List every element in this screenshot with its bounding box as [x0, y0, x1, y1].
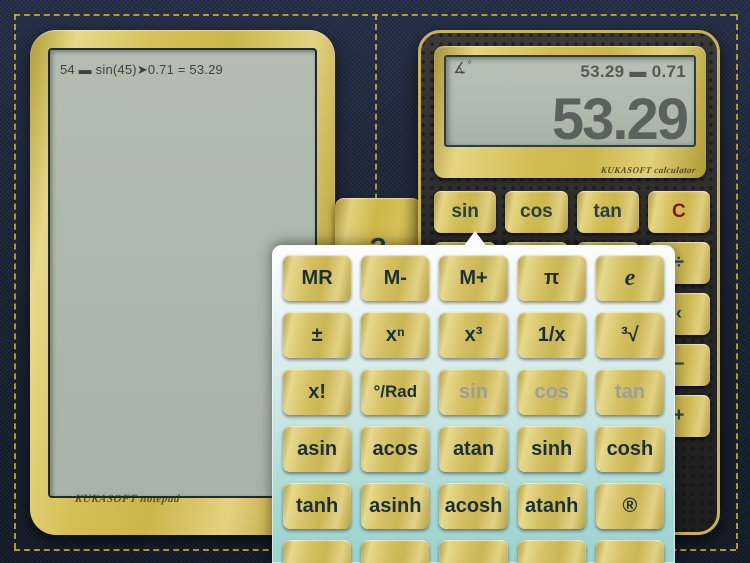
- display-bezel: ∡° 53.29 ▬ 0.71 53.29 KUKASOFT calculato…: [434, 46, 706, 178]
- popup-key-row: tanh asinh acosh atanh ®: [283, 483, 665, 529]
- display-expression: 53.29 ▬ 0.71: [580, 62, 686, 81]
- scientific-functions-popup: MR M- M+ π e ± xⁿ x³ 1/x ³√ x! °/Rad sin cos tan asin ac…: [272, 245, 675, 563]
- popup-key-blank[interactable]: [595, 540, 665, 563]
- popup-key-sym[interactable]: π: [517, 255, 586, 301]
- calc-key-C[interactable]: C: [647, 191, 710, 233]
- degree-unit-label: °: [467, 60, 472, 71]
- popup-key-atanh[interactable]: atanh: [517, 483, 586, 529]
- popup-key-asin[interactable]: asin: [283, 426, 352, 472]
- popup-key-label: e: [624, 264, 636, 291]
- popup-key-x[interactable]: x!: [283, 369, 352, 415]
- popup-key-blank[interactable]: [283, 540, 352, 563]
- popup-key-cos: cos: [517, 369, 586, 415]
- popup-key-x[interactable]: xⁿ: [361, 312, 430, 358]
- popup-key-acosh[interactable]: acosh: [439, 483, 508, 529]
- popup-key-1x[interactable]: 1/x: [517, 312, 586, 358]
- popup-key-x[interactable]: x³: [439, 312, 508, 358]
- angle-mode-indicator: ∡°: [453, 60, 472, 77]
- popup-key-sin: sin: [439, 369, 508, 415]
- popup-key-row: asin acos atan sinh cosh: [283, 426, 665, 472]
- popup-key-acos[interactable]: acos: [361, 426, 430, 472]
- popup-key-label: °/Rad: [373, 382, 418, 401]
- stitch-line-left: [14, 14, 16, 549]
- popup-key-sym[interactable]: ±: [283, 312, 352, 358]
- popup-key-atan[interactable]: atan: [439, 426, 508, 472]
- popup-key-blank[interactable]: [361, 540, 430, 563]
- popup-key-tan: tan: [595, 369, 665, 415]
- stitch-line-right: [736, 14, 738, 549]
- popup-key-e[interactable]: e: [595, 255, 665, 301]
- popup-key-row: ± xⁿ x³ 1/x ³√: [283, 312, 665, 358]
- popup-key-M[interactable]: M-: [361, 255, 430, 301]
- calculator-display[interactable]: ∡° 53.29 ▬ 0.71 53.29: [444, 55, 696, 147]
- calc-key-sin[interactable]: sin: [434, 191, 497, 233]
- popup-key-cosh[interactable]: cosh: [595, 426, 665, 472]
- popup-key-blank[interactable]: [517, 540, 586, 563]
- popup-key-blank[interactable]: [439, 540, 508, 563]
- notepad-history-line: 54 ▬ sin(45)➤0.71 = 53.29: [60, 62, 223, 77]
- popup-pointer-arrow: [463, 231, 487, 247]
- popup-key-tanh[interactable]: tanh: [283, 483, 352, 529]
- popup-key-M[interactable]: M+: [439, 255, 508, 301]
- notepad-brand-label: KUKASOFT notepad: [74, 493, 181, 505]
- popup-key-asinh[interactable]: asinh: [361, 483, 430, 529]
- angle-symbol-icon: ∡: [453, 60, 467, 77]
- popup-key-MR[interactable]: MR: [283, 255, 352, 301]
- display-value: 53.29: [551, 87, 689, 147]
- popup-key-row: MR M- M+ π e: [283, 255, 665, 301]
- popup-key-row: [283, 540, 665, 563]
- popup-key-sinh[interactable]: sinh: [517, 426, 586, 472]
- popup-key-sym[interactable]: ³√: [595, 312, 665, 358]
- calculator-key-row: sin cos tan C: [434, 191, 710, 233]
- popup-key-row: x! °/Rad sin cos tan: [283, 369, 665, 415]
- calculator-brand-label: KUKASOFT calculator: [600, 165, 697, 175]
- calc-key-cos[interactable]: cos: [505, 191, 568, 233]
- popup-key-Rad[interactable]: °/Rad: [361, 369, 430, 415]
- popup-key-sym[interactable]: ®: [595, 483, 665, 529]
- calc-key-tan[interactable]: tan: [576, 191, 639, 233]
